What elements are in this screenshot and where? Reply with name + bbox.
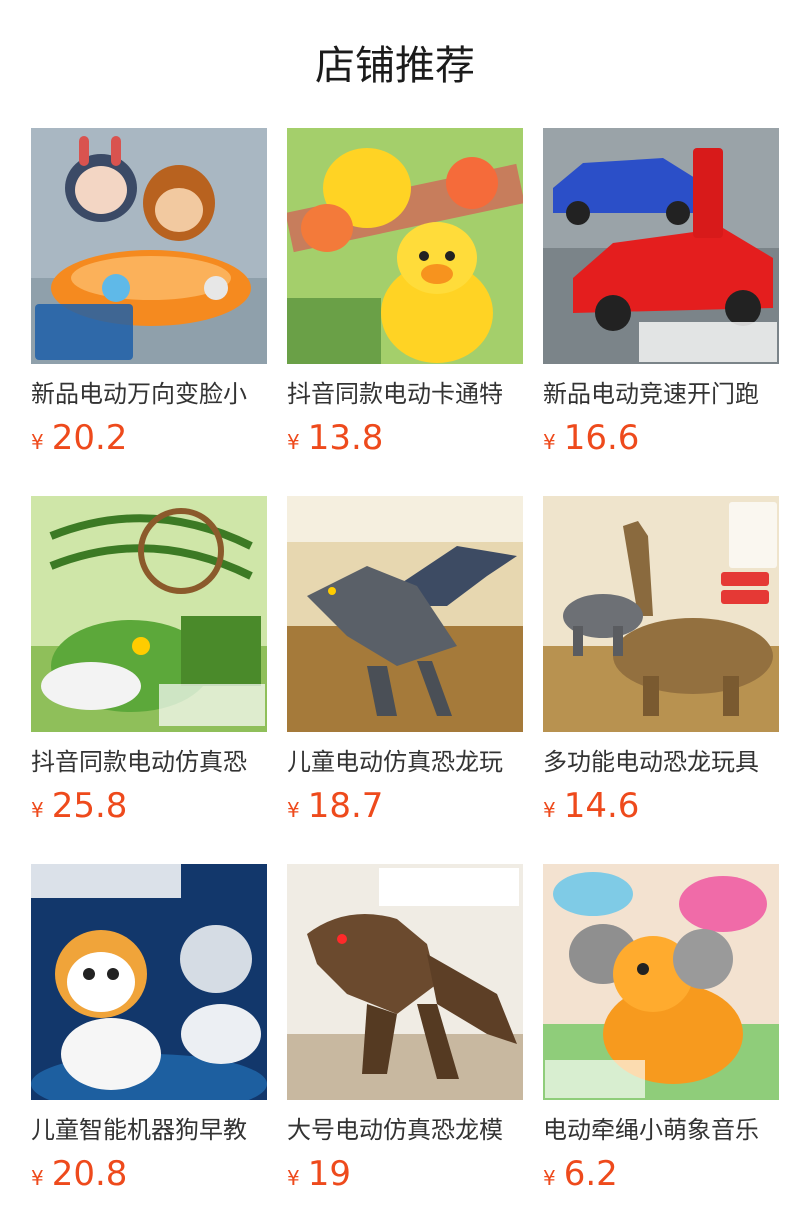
toy-duck-image[interactable] — [287, 128, 523, 364]
product-price: ¥25.8 — [31, 786, 127, 826]
product-card[interactable]: 新品电动万向变脸小 ¥20.2 — [31, 128, 267, 458]
product-name[interactable]: 多功能电动恐龙玩具 — [543, 746, 779, 778]
currency-symbol: ¥ — [31, 430, 44, 454]
page-title: 店铺推荐 — [315, 43, 475, 89]
product-card[interactable]: 儿童智能机器狗早教 ¥20.8 — [31, 864, 267, 1194]
price-value: 20.8 — [51, 1154, 128, 1194]
price-value: 19 — [307, 1154, 351, 1194]
toy-brachiosaurus-image[interactable] — [543, 496, 779, 732]
product-price: ¥13.8 — [287, 418, 383, 458]
product-name[interactable]: 儿童智能机器狗早教 — [31, 1114, 267, 1146]
toy-trex-image[interactable] — [287, 864, 523, 1100]
toy-dinosaur-track-image[interactable] — [31, 496, 267, 732]
product-card[interactable]: 新品电动竞速开门跑 ¥16.6 — [543, 128, 779, 458]
product-name[interactable]: 抖音同款电动仿真恐 — [31, 746, 267, 778]
product-card[interactable]: 大号电动仿真恐龙模 ¥19 — [287, 864, 523, 1194]
product-card[interactable]: 电动牵绳小萌象音乐 ¥6.2 — [543, 864, 779, 1194]
toy-raptor-image[interactable] — [287, 496, 523, 732]
product-name[interactable]: 电动牵绳小萌象音乐 — [543, 1114, 779, 1146]
product-price: ¥19 — [287, 1154, 351, 1194]
product-card[interactable]: 抖音同款电动卡通特 ¥13.8 — [287, 128, 523, 458]
currency-symbol: ¥ — [31, 1166, 44, 1190]
product-name[interactable]: 新品电动竞速开门跑 — [543, 378, 779, 410]
product-name[interactable]: 儿童电动仿真恐龙玩 — [287, 746, 523, 778]
price-value: 25.8 — [51, 786, 128, 826]
currency-symbol: ¥ — [31, 798, 44, 822]
currency-symbol: ¥ — [287, 798, 300, 822]
toy-robot-dog-image[interactable] — [31, 864, 267, 1100]
price-value: 6.2 — [563, 1154, 618, 1194]
currency-symbol: ¥ — [287, 1166, 300, 1190]
product-price: ¥6.2 — [543, 1154, 618, 1194]
toy-car-image[interactable] — [543, 128, 779, 364]
currency-symbol: ¥ — [287, 430, 300, 454]
currency-symbol: ¥ — [543, 1166, 556, 1190]
product-card[interactable]: 儿童电动仿真恐龙玩 ¥18.7 — [287, 496, 523, 826]
currency-symbol: ¥ — [543, 430, 556, 454]
price-value: 13.8 — [307, 418, 384, 458]
toy-spaceship-image[interactable] — [31, 128, 267, 364]
product-price: ¥20.8 — [31, 1154, 127, 1194]
price-value: 14.6 — [563, 786, 640, 826]
product-price: ¥14.6 — [543, 786, 639, 826]
product-name[interactable]: 大号电动仿真恐龙模 — [287, 1114, 523, 1146]
product-card[interactable]: 多功能电动恐龙玩具 ¥14.6 — [543, 496, 779, 826]
product-price: ¥16.6 — [543, 418, 639, 458]
currency-symbol: ¥ — [543, 798, 556, 822]
toy-elephant-image[interactable] — [543, 864, 779, 1100]
product-price: ¥20.2 — [31, 418, 127, 458]
product-name[interactable]: 新品电动万向变脸小 — [31, 378, 267, 410]
product-price: ¥18.7 — [287, 786, 383, 826]
product-card[interactable]: 抖音同款电动仿真恐 ¥25.8 — [31, 496, 267, 826]
price-value: 18.7 — [307, 786, 384, 826]
price-value: 16.6 — [563, 418, 640, 458]
price-value: 20.2 — [51, 418, 128, 458]
product-name[interactable]: 抖音同款电动卡通特 — [287, 378, 523, 410]
